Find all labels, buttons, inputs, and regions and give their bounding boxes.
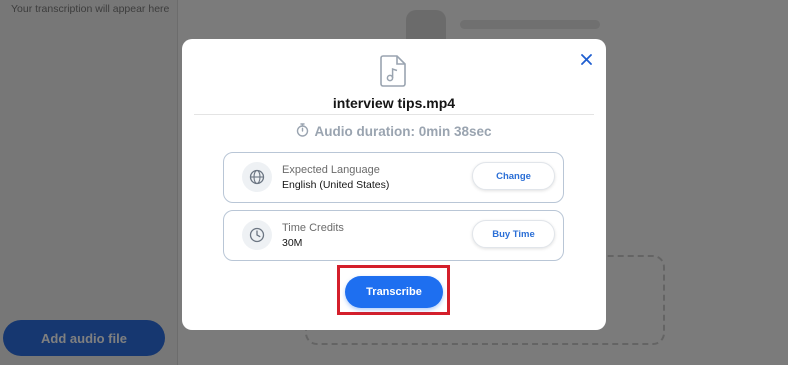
audio-duration: Audio duration: 0min 38sec xyxy=(182,121,606,141)
expected-language-card: Expected Language English (United States… xyxy=(223,152,564,203)
globe-icon xyxy=(242,162,272,192)
clock-icon xyxy=(242,220,272,250)
stopwatch-icon xyxy=(296,122,309,140)
expected-language-label: Expected Language xyxy=(282,164,380,176)
divider xyxy=(194,114,594,115)
time-credits-value: 30M xyxy=(282,237,303,249)
time-credits-label: Time Credits xyxy=(282,222,344,234)
file-name: interview tips.mp4 xyxy=(332,95,456,111)
change-language-button[interactable]: Change xyxy=(472,162,555,190)
expected-language-value: English (United States) xyxy=(282,179,390,191)
close-icon[interactable] xyxy=(578,51,594,67)
time-credits-card: Time Credits 30M Buy Time xyxy=(223,210,564,261)
audio-duration-text: Audio duration: 0min 38sec xyxy=(314,123,492,139)
audio-file-icon xyxy=(380,55,406,87)
buy-time-button[interactable]: Buy Time xyxy=(472,220,555,248)
transcribe-modal: interview tips.mp4 Audio duration: 0min … xyxy=(182,39,606,330)
transcribe-button[interactable]: Transcribe xyxy=(345,276,443,308)
